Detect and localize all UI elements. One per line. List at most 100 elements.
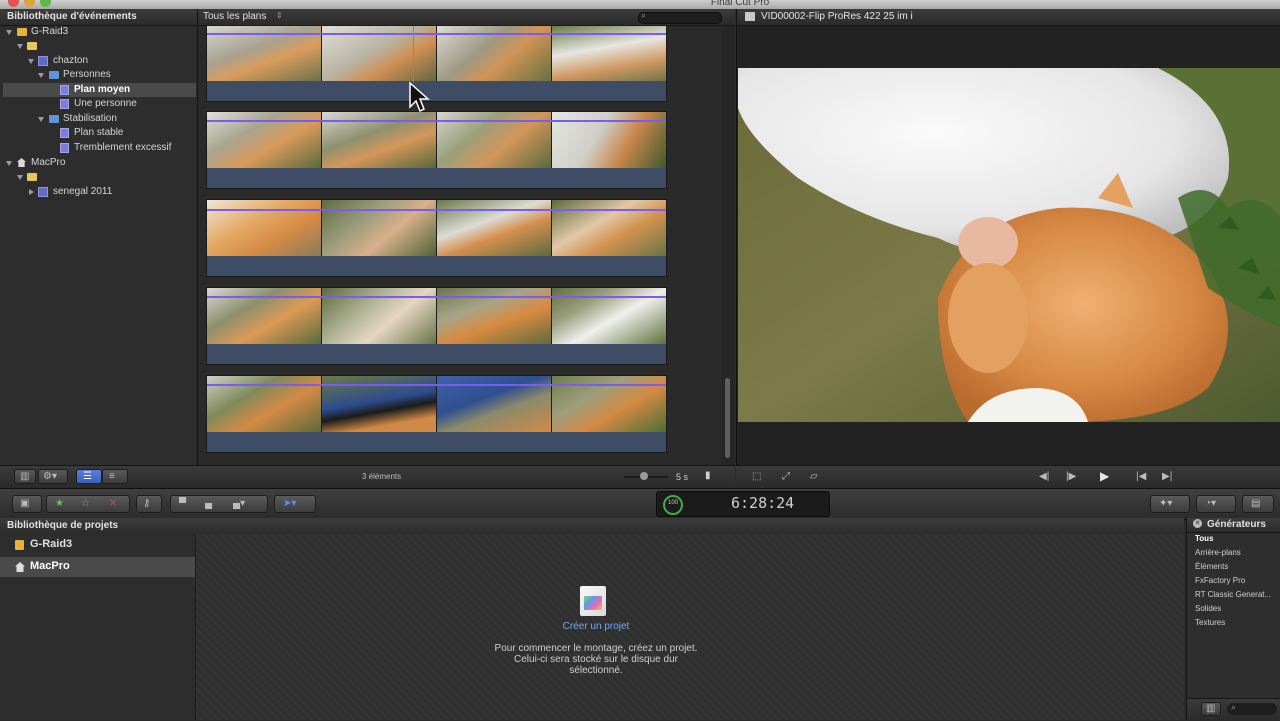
fit-icon[interactable]: ⬚ — [752, 470, 761, 484]
generators-sidebar-toggle[interactable]: ▥ — [1201, 702, 1221, 716]
list-view-button[interactable]: ≡ — [102, 469, 128, 484]
clip-zoom-slider-thumb[interactable] — [640, 472, 648, 480]
disclosure-triangle-icon[interactable] — [6, 30, 12, 35]
event-tree-label: chazton — [53, 55, 89, 66]
event-tree-item-macpro[interactable]: MacPro — [0, 156, 197, 170]
go-to-end-icon[interactable]: ▶| — [1162, 470, 1172, 484]
filmstrip-view-button[interactable]: ☰ — [76, 469, 102, 484]
browser-scrollbar[interactable] — [722, 26, 734, 465]
effects-buttons[interactable]: ✦▾ — [1150, 495, 1190, 513]
show-library-button[interactable]: ▥ — [14, 469, 36, 484]
event-tree-item-folder[interactable] — [0, 39, 197, 53]
filmstrip-row-2[interactable] — [206, 111, 667, 189]
chevron-updown-icon[interactable]: ⇕ — [276, 11, 283, 20]
select-tool-button[interactable]: ➤▾ — [274, 495, 316, 513]
viewer-panel: VID00002-Flip ProRes 422 25 im i — [736, 9, 1280, 465]
generator-category-textures[interactable]: Textures — [1195, 618, 1225, 627]
media-browser-button[interactable]: ▤ — [1242, 495, 1274, 513]
empty-message-line-2: Celui-ci sera stocké sur le disque dur — [514, 654, 678, 665]
create-project-icon[interactable] — [580, 586, 606, 616]
event-tree-item-g-raid3[interactable]: G-Raid3 — [0, 25, 197, 39]
browser-status-bar: ▥ ⚙▾ ☰ ≡ 3 éléments 5 s ▮ — [0, 465, 735, 488]
generator-category-elements[interactable]: Éléments — [1195, 562, 1228, 571]
generator-category-rt-classic[interactable]: RT Classic Generat... — [1195, 590, 1271, 599]
keyword-icon — [60, 128, 69, 138]
disclosure-triangle-icon[interactable] — [38, 117, 44, 122]
sidebar-icon: ▥ — [1206, 703, 1216, 714]
audio-waveform — [207, 168, 666, 188]
skimmer-playhead[interactable] — [413, 26, 414, 82]
project-drive-macpro[interactable]: MacPro — [0, 557, 195, 577]
filmstrip-row-4[interactable] — [206, 287, 667, 365]
crop-icon[interactable]: ▱ — [810, 470, 818, 484]
go-to-start-icon[interactable]: |◀ — [1136, 470, 1146, 484]
sidebar-icon: ▥ — [20, 471, 30, 482]
unrate-icon[interactable]: ☆ — [81, 497, 90, 511]
timecode-display[interactable]: 6:28:24 — [731, 494, 794, 512]
generators-browser: ✕ Générateurs Tous Arrière-plans Élément… — [1186, 518, 1280, 721]
generator-category-fxfactory-pro[interactable]: FxFactory Pro — [1195, 576, 1245, 585]
disclosure-triangle-icon[interactable] — [38, 73, 44, 78]
keyword-range-bar — [207, 296, 666, 298]
event-tree-item-chazton[interactable]: chazton — [0, 54, 197, 68]
generator-category-solides[interactable]: Solides — [1195, 604, 1221, 613]
browser-scrollbar-thumb[interactable] — [725, 378, 730, 458]
audio-waveform — [207, 81, 666, 101]
append-clip-icon[interactable]: ▄▾ — [233, 497, 245, 511]
disclosure-triangle-icon[interactable] — [28, 59, 34, 64]
step-forward-icon[interactable]: |▶ — [1066, 470, 1076, 484]
action-menu-button[interactable]: ⚙▾ — [38, 469, 68, 484]
viewer-clip-title: VID00002-Flip ProRes 422 25 im i — [761, 11, 913, 22]
retime-button[interactable]: ◔▾ — [1196, 495, 1236, 513]
gear-icon: ⚙▾ — [43, 471, 57, 482]
keyword-editor-button[interactable]: ⚷ — [136, 495, 162, 513]
filmstrip-row-3[interactable] — [206, 199, 667, 277]
event-tree-item-tremblement-excessif[interactable]: Tremblement excessif — [0, 141, 197, 155]
event-tree-item-plan-stable[interactable]: Plan stable — [0, 126, 197, 140]
create-project-link[interactable]: Créer un projet — [496, 621, 696, 632]
retime-icon: ◔▾ — [1205, 498, 1217, 509]
disclosure-triangle-icon[interactable] — [17, 175, 23, 180]
event-tree-label: Une personne — [74, 98, 137, 109]
event-library-panel: Bibliothèque d'événements G-Raid3 chazto… — [0, 9, 198, 465]
event-tree-label: Plan stable — [74, 127, 124, 138]
disclosure-triangle-icon[interactable] — [17, 44, 23, 49]
event-tree-label: Stabilisation — [63, 113, 117, 124]
transform-icon[interactable]: ⤢ — [782, 470, 790, 484]
event-tree-item-personnes[interactable]: Personnes — [0, 68, 197, 82]
insert-clip-icon[interactable]: ▄ — [205, 497, 212, 511]
browser-search-input[interactable]: ⌕ — [638, 10, 722, 24]
background-tasks-indicator[interactable]: 100 — [663, 495, 683, 515]
event-tree-item-stabilisation[interactable]: Stabilisation — [0, 112, 197, 126]
filmstrip-icon — [745, 12, 755, 21]
video-frame[interactable] — [738, 68, 1280, 422]
event-browser: Tous les plans ⇕ ⌕ — [198, 9, 735, 465]
close-icon[interactable]: ✕ — [1193, 519, 1202, 528]
connect-clip-icon[interactable]: ▀ — [179, 497, 186, 511]
generator-category-tous[interactable]: Tous — [1195, 534, 1214, 543]
drive-icon — [15, 540, 24, 550]
event-tree-item-une-personne[interactable]: Une personne — [0, 97, 197, 111]
event-tree-item-senegal-2011[interactable]: senegal 2011 — [0, 185, 197, 199]
favorite-icon[interactable]: ★ — [55, 497, 64, 511]
clip-height-icon[interactable]: ▮ — [705, 470, 711, 481]
project-drive-g-raid3[interactable]: G-Raid3 — [0, 535, 195, 555]
generators-search-input[interactable]: ⌕ — [1227, 702, 1277, 715]
generator-category-arriere-plans[interactable]: Arrière-plans — [1195, 548, 1241, 557]
filmstrip-row-5[interactable] — [206, 375, 667, 453]
rewind-icon[interactable]: ◀| — [1039, 470, 1049, 484]
import-media-button[interactable]: ▣ — [12, 495, 42, 513]
clip-filter-popup[interactable]: Tous les plans — [203, 11, 266, 22]
event-tree-item-folder-2[interactable] — [0, 170, 197, 184]
filmstrip-row-1[interactable] — [206, 25, 667, 102]
window-title-bar: Final Cut Pro — [0, 0, 1280, 9]
reject-icon[interactable]: ✕ — [109, 497, 117, 511]
disclosure-triangle-icon[interactable] — [6, 161, 12, 166]
disclosure-triangle-icon[interactable] — [29, 189, 34, 195]
event-tree-item-plan-moyen[interactable]: Plan moyen — [3, 83, 196, 97]
keyword-range-bar — [207, 120, 666, 122]
rating-buttons[interactable]: ★ ☆ ✕ — [46, 495, 130, 513]
edit-buttons[interactable]: ▀ ▄ ▄▾ — [170, 495, 268, 513]
play-button[interactable]: ▶ — [1100, 469, 1109, 483]
dashboard: 100 6:28:24 — [656, 491, 830, 517]
